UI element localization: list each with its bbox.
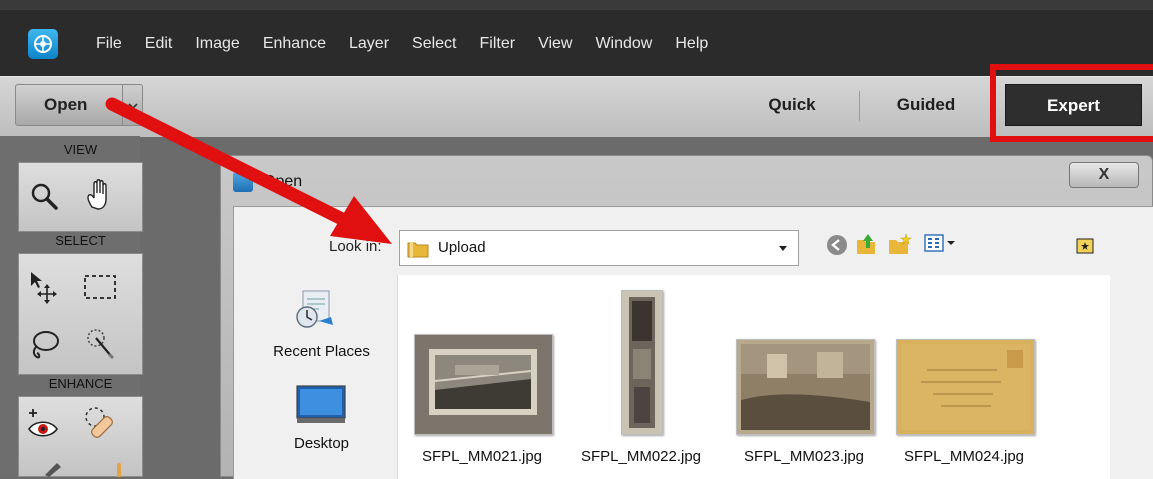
favorite-folder-icon[interactable]	[1076, 236, 1094, 254]
file-name[interactable]: SFPL_MM022.jpg	[566, 448, 716, 465]
spot-healing-brush-icon[interactable]	[83, 405, 119, 441]
file-thumbnail[interactable]	[414, 334, 553, 435]
back-icon[interactable]	[826, 234, 848, 256]
tools-panel: VIEW SELECT ENHANCE	[0, 136, 143, 477]
hand-tool-icon[interactable]	[83, 177, 117, 213]
select-tools-box	[18, 253, 143, 375]
dialog-close-button[interactable]: X	[1069, 162, 1139, 188]
quick-selection-tool-icon[interactable]	[83, 326, 117, 362]
look-in-label: Look in:	[329, 238, 382, 255]
menu-bar: File Edit Image Enhance Layer Select Fil…	[0, 0, 1153, 88]
window-top-strip	[0, 0, 1153, 10]
menu-file[interactable]: File	[96, 33, 122, 55]
dialog-content: Look in: Upload Recent Places Desktop SF…	[233, 206, 1153, 479]
open-dropdown-button[interactable]	[123, 84, 143, 126]
file-name[interactable]: SFPL_MM024.jpg	[889, 448, 1039, 465]
menu-help[interactable]: Help	[675, 33, 708, 55]
smart-brush-tool-icon[interactable]	[43, 461, 63, 477]
menu-filter[interactable]: Filter	[480, 33, 516, 55]
tools-section-select: SELECT	[55, 233, 106, 248]
zoom-tool-icon[interactable]	[29, 181, 59, 211]
red-eye-tool-icon[interactable]	[25, 407, 61, 443]
file-name[interactable]: SFPL_MM023.jpg	[729, 448, 879, 465]
menu-enhance[interactable]: Enhance	[263, 33, 326, 55]
expert-highlight-annotation	[990, 64, 1153, 142]
recent-places-icon[interactable]	[293, 287, 337, 331]
menu-items: File Edit Image Enhance Layer Select Fil…	[96, 33, 731, 55]
menu-edit[interactable]: Edit	[145, 33, 173, 55]
enhance-tools-box	[18, 396, 143, 477]
tools-section-enhance: ENHANCE	[48, 376, 113, 391]
desktop-icon[interactable]	[295, 384, 347, 424]
up-folder-icon[interactable]	[855, 232, 877, 256]
menu-window[interactable]: Window	[595, 33, 652, 55]
place-recent-places[interactable]: Recent Places	[253, 343, 390, 360]
tab-guided[interactable]: Guided	[866, 84, 986, 126]
menu-image[interactable]: Image	[195, 33, 239, 55]
menu-layer[interactable]: Layer	[349, 33, 389, 55]
menu-select[interactable]: Select	[412, 33, 456, 55]
tab-divider	[859, 91, 860, 121]
open-dialog: Open X Look in: Upload Recent Places Des…	[220, 155, 1153, 479]
app-logo-icon[interactable]	[28, 29, 58, 59]
folder-icon	[407, 242, 429, 258]
marquee-tool-icon[interactable]	[83, 274, 117, 300]
tools-section-view: VIEW	[63, 142, 98, 157]
move-tool-icon[interactable]	[27, 270, 61, 304]
chevron-down-icon	[128, 103, 138, 110]
menu-view[interactable]: View	[538, 33, 572, 55]
open-button[interactable]: Open	[15, 84, 123, 126]
chevron-down-icon	[779, 246, 787, 251]
dialog-app-icon	[233, 172, 253, 192]
view-tools-box	[18, 162, 143, 232]
lasso-tool-icon[interactable]	[27, 328, 61, 362]
look-in-value: Upload	[438, 239, 486, 256]
new-folder-icon[interactable]	[888, 232, 912, 256]
file-list: SFPL_MM021.jpg SFPL_MM022.jpg SFPL_MM023…	[397, 275, 1110, 479]
file-thumbnail[interactable]	[736, 339, 875, 435]
detail-smart-brush-icon[interactable]	[111, 461, 127, 477]
file-name[interactable]: SFPL_MM021.jpg	[407, 448, 557, 465]
view-menu-icon[interactable]	[924, 233, 958, 253]
dialog-title: Open	[263, 173, 303, 190]
tab-quick[interactable]: Quick	[733, 84, 851, 126]
look-in-dropdown[interactable]: Upload	[399, 230, 799, 266]
places-bar: Recent Places Desktop	[253, 275, 390, 479]
mode-bar: Open Quick Guided Expert	[0, 76, 1153, 137]
file-thumbnail[interactable]	[621, 290, 663, 435]
file-thumbnail[interactable]	[896, 339, 1035, 435]
place-desktop[interactable]: Desktop	[253, 435, 390, 452]
